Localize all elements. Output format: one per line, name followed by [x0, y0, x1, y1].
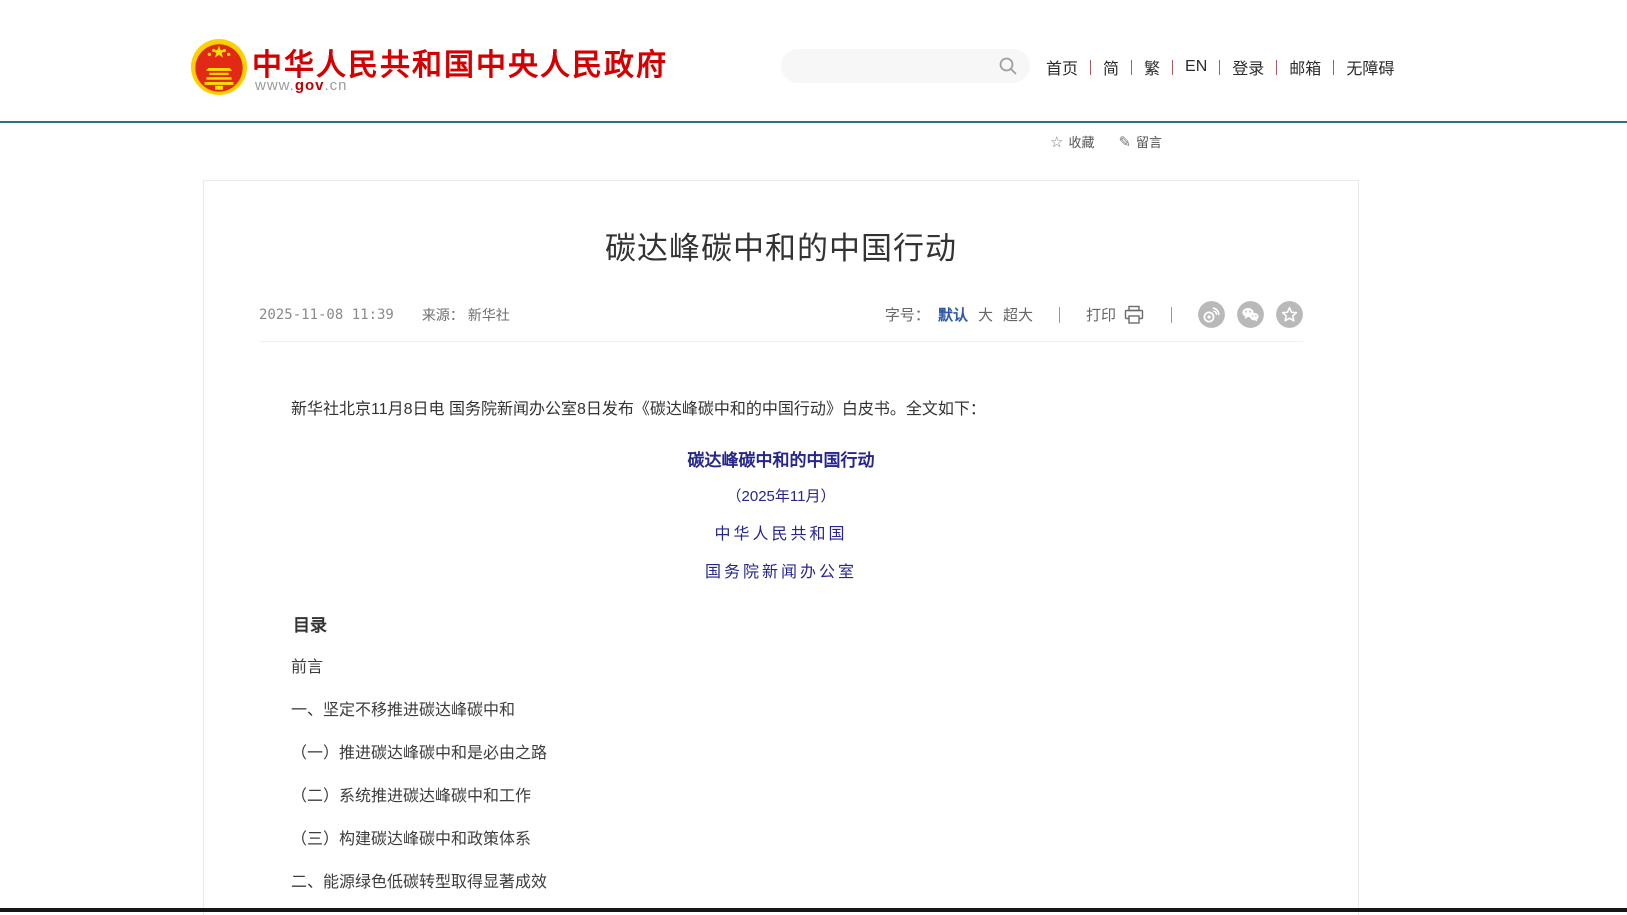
toc-item-preface: 前言	[259, 657, 1303, 679]
font-size-default-button[interactable]: 默认	[938, 304, 968, 325]
star-share-icon[interactable]	[1276, 301, 1303, 328]
comment-label: 留言	[1136, 132, 1162, 151]
font-size-xlarge-button[interactable]: 超大	[1003, 304, 1033, 325]
toc-item-1-2: （二）系统推进碳达峰碳中和工作	[259, 786, 1303, 808]
nav-mail[interactable]: 邮箱	[1289, 55, 1321, 79]
toc-title: 目录	[259, 611, 1303, 636]
comment-button[interactable]: ✎ 留言	[1118, 132, 1162, 151]
site-url-prefix: www.	[255, 77, 295, 94]
print-button[interactable]: 打印	[1086, 304, 1145, 325]
search-box	[781, 49, 1030, 83]
favorite-label: 收藏	[1068, 132, 1094, 151]
document-org-line2: 国务院新闻办公室	[259, 558, 1303, 582]
toc-item-2: 二、能源绿色低碳转型取得显著成效	[259, 872, 1303, 894]
source-label: 来源：	[422, 307, 464, 323]
nav-separator	[1131, 60, 1132, 75]
viewport-bottom-edge	[0, 908, 1627, 912]
nav-simplified[interactable]: 简	[1103, 55, 1119, 79]
nav-separator	[1172, 60, 1173, 75]
printer-icon	[1123, 305, 1145, 325]
toc-item-1-3: （三）构建碳达峰碳中和政策体系	[259, 829, 1303, 851]
pencil-icon: ✎	[1118, 133, 1131, 151]
top-nav: 首页 简 繁 EN 登录 邮箱 无障碍	[1046, 54, 1394, 80]
star-icon: ☆	[1050, 133, 1063, 151]
source: 来源： 新华社	[422, 305, 510, 325]
nav-traditional[interactable]: 繁	[1144, 55, 1160, 79]
site-url-suffix: .cn	[325, 77, 348, 94]
toc-item-1: 一、坚定不移推进碳达峰碳中和	[259, 700, 1303, 722]
print-label: 打印	[1086, 304, 1116, 325]
nav-separator	[1219, 60, 1220, 75]
nav-login[interactable]: 登录	[1232, 55, 1264, 79]
document-date: （2025年11月）	[259, 485, 1303, 506]
site-header: 中华人民共和国中央人民政府 www.gov.cn 首页 简 繁 EN 登录 邮箱…	[0, 0, 1627, 121]
search-input[interactable]	[797, 49, 992, 83]
header-divider	[0, 121, 1627, 123]
meta-separator	[1059, 307, 1060, 323]
nav-home[interactable]: 首页	[1046, 55, 1078, 79]
article-meta-row: 2025-11-08 11:39 来源： 新华社 字号： 默认 大 超大 打印	[259, 301, 1303, 342]
source-value: 新华社	[468, 307, 510, 323]
toc-item-1-1: （一）推进碳达峰碳中和是必由之路	[259, 743, 1303, 765]
favorite-button[interactable]: ☆ 收藏	[1050, 132, 1094, 151]
weibo-share-icon[interactable]	[1198, 301, 1225, 328]
meta-separator	[1171, 307, 1172, 323]
nav-separator	[1276, 60, 1277, 75]
nav-separator	[1090, 60, 1091, 75]
share-icons	[1198, 301, 1303, 328]
meta-right: 字号： 默认 大 超大 打印	[885, 301, 1303, 328]
site-url: www.gov.cn	[255, 77, 348, 94]
article-action-row: ☆ 收藏 ✎ 留言	[1050, 132, 1162, 151]
publish-date: 2025-11-08 11:39	[259, 307, 394, 323]
font-size-large-button[interactable]: 大	[978, 304, 993, 325]
meta-left: 2025-11-08 11:39 来源： 新华社	[259, 305, 510, 325]
search-icon[interactable]	[998, 56, 1018, 76]
lead-paragraph: 新华社北京11月8日电 国务院新闻办公室8日发布《碳达峰碳中和的中国行动》白皮书…	[259, 398, 1303, 422]
nav-accessibility[interactable]: 无障碍	[1346, 55, 1394, 79]
font-size-label: 字号：	[885, 304, 930, 325]
page-title: 碳达峰碳中和的中国行动	[259, 223, 1303, 268]
nav-english[interactable]: EN	[1185, 58, 1207, 76]
document-org-line1: 中华人民共和国	[259, 520, 1303, 544]
site-url-gov: gov	[295, 77, 325, 94]
national-emblem-logo[interactable]	[190, 37, 248, 97]
document-title: 碳达峰碳中和的中国行动	[259, 446, 1303, 471]
page: 中华人民共和国中央人民政府 www.gov.cn 首页 简 繁 EN 登录 邮箱…	[0, 0, 1627, 915]
nav-separator	[1333, 60, 1334, 75]
article-panel: 碳达峰碳中和的中国行动 2025-11-08 11:39 来源： 新华社 字号：…	[203, 180, 1359, 915]
wechat-share-icon[interactable]	[1237, 301, 1264, 328]
